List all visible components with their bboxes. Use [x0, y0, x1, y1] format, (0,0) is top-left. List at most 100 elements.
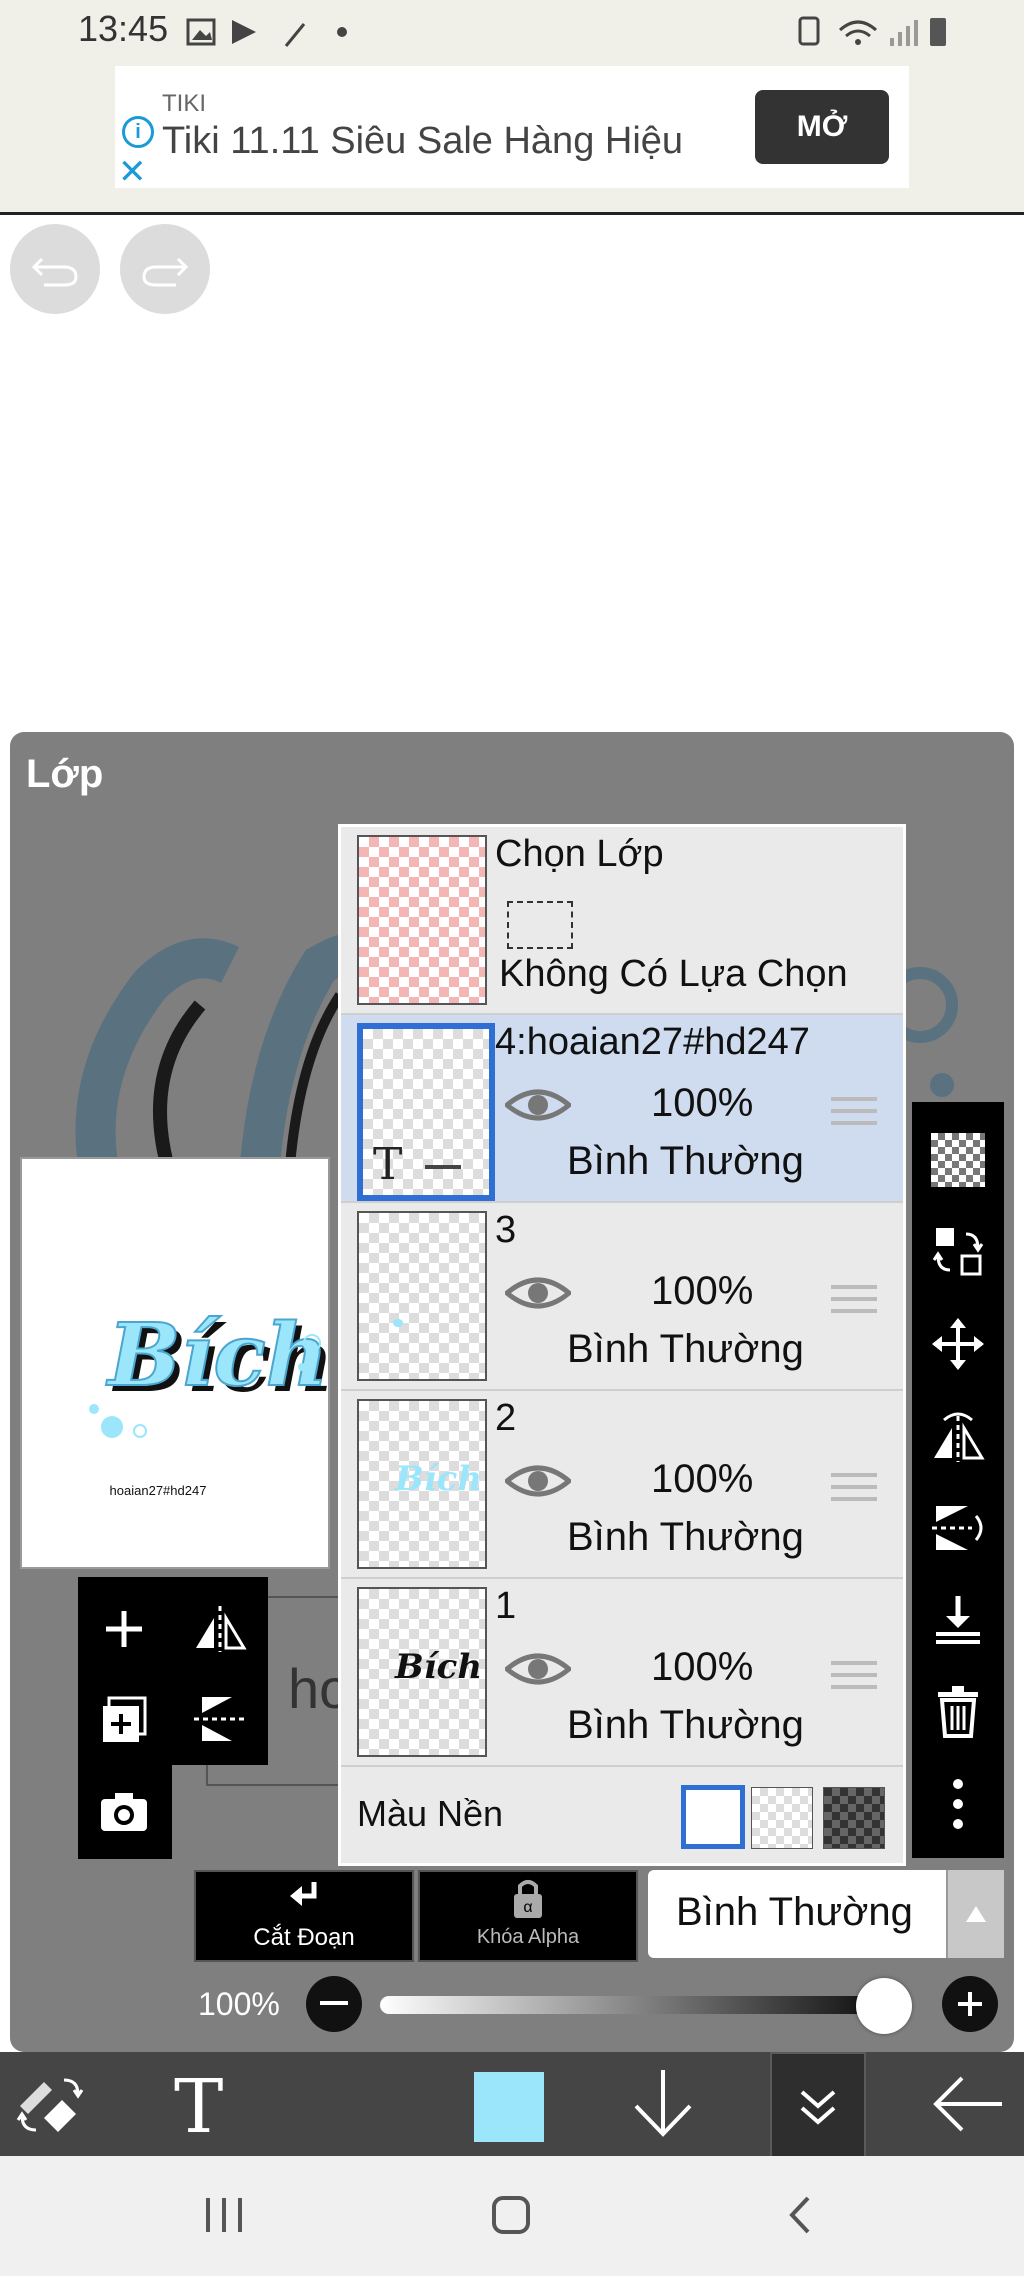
clipping-button[interactable]: Cắt Đoạn: [194, 1870, 414, 1962]
selection-row[interactable]: Chọn Lớp Không Có Lựa Chọn: [341, 827, 903, 1015]
flip-horizontal-side-button[interactable]: [912, 1390, 1004, 1482]
text-layer-icon: T: [373, 1139, 403, 1190]
system-nav-bar: [0, 2156, 1024, 2276]
layer-name: 1: [495, 1585, 517, 1627]
opacity-label: 100%: [198, 1986, 280, 2022]
thumbnail-text: Bích: [395, 1459, 483, 1499]
svg-text:α: α: [523, 1899, 532, 1916]
flip-horizontal-button[interactable]: [178, 1587, 262, 1671]
drag-handle-icon[interactable]: [831, 1661, 877, 1697]
status-time: 13:45: [78, 8, 169, 49]
layer-blend-mode: Bình Thường: [567, 1515, 804, 1559]
delete-layer-button[interactable]: [912, 1666, 1004, 1758]
home-button[interactable]: [488, 2192, 536, 2243]
app-toolbar: T: [0, 2052, 1024, 2160]
ad-open-button[interactable]: MỞ: [755, 90, 889, 164]
undo-button[interactable]: [10, 224, 100, 314]
opacity-slider-track[interactable]: [380, 1996, 910, 2014]
ad-title[interactable]: Tiki 11.11 Siêu Sale Hàng Hiệu: [162, 120, 683, 163]
system-status-icons: [798, 16, 946, 46]
triangle-up-icon: [966, 1906, 986, 1922]
camera-icon: [101, 1793, 147, 1831]
flip-vertical-button[interactable]: [178, 1677, 262, 1761]
opacity-decrease-button[interactable]: [306, 1976, 362, 2032]
home-icon: [492, 2196, 530, 2234]
current-color-swatch[interactable]: [474, 2072, 544, 2142]
alpha-lock-label: Khóa Alpha: [476, 1926, 580, 1948]
layer-name: 3: [495, 1209, 517, 1251]
more-options-button[interactable]: [912, 1758, 1004, 1850]
double-chevron-down-icon: [800, 2090, 836, 2125]
checker-icon: [931, 1133, 985, 1187]
drag-handle-icon[interactable]: [831, 1285, 877, 1321]
back-button[interactable]: [780, 2192, 820, 2243]
move-icon: [932, 1318, 984, 1370]
layer-row-1[interactable]: Bích 1 100% Bình Thường: [341, 1579, 903, 1767]
marquee-icon: [507, 901, 573, 949]
layer-opacity: 100%: [651, 1645, 754, 1689]
layer-row-3[interactable]: 3 100% Bình Thường: [341, 1203, 903, 1391]
swap-layer-button[interactable]: [912, 1206, 1004, 1298]
dropdown-toggle[interactable]: [946, 1870, 1004, 1958]
drag-handle-icon[interactable]: [831, 1097, 877, 1133]
clipping-label: Cắt Đoạn: [253, 1924, 355, 1951]
redo-button[interactable]: [120, 224, 210, 314]
ad-banner: TIKI Tiki 11.11 Siêu Sale Hàng Hiệu i ✕ …: [0, 64, 1024, 215]
layer-thumbnail: Bích: [357, 1587, 487, 1757]
layer-list: Chọn Lớp Không Có Lựa Chọn T 4:hoaian27#…: [338, 824, 906, 1866]
blend-mode-value: Bình Thường: [676, 1890, 913, 1934]
flip-vertical-side-button[interactable]: [912, 1482, 1004, 1574]
selection-subtitle: Không Có Lựa Chọn: [499, 953, 848, 995]
camera-button[interactable]: [82, 1769, 166, 1853]
add-layer-button[interactable]: [82, 1587, 166, 1671]
canvas-art-text: Bích: [105, 1305, 328, 1406]
layer-opacity: 100%: [651, 1081, 754, 1125]
layer-thumbnail: T: [357, 1023, 495, 1201]
minus-icon: [320, 2001, 348, 2005]
lock-icon: α: [514, 1880, 542, 1918]
layer-thumbnail: Bích: [357, 1399, 487, 1569]
arrow-left-icon: [933, 2076, 1002, 2132]
alpha-lock-button[interactable]: α Khóa Alpha: [418, 1870, 638, 1962]
merge-down-button[interactable]: [912, 1574, 1004, 1666]
text-tool-icon: T: [174, 2064, 223, 2150]
undo-icon: [31, 257, 78, 287]
text-tool-button[interactable]: T: [168, 2064, 238, 2150]
layer-thumbnail: [357, 1211, 487, 1381]
move-down-button[interactable]: [628, 2066, 698, 2147]
background-white-swatch[interactable]: [681, 1785, 745, 1849]
clipping-arrow-icon: [290, 1882, 317, 1906]
duplicate-icon: [103, 1696, 147, 1742]
layer-blend-mode: Bình Thường: [567, 1139, 804, 1183]
flip-horizontal-icon: [934, 1412, 985, 1462]
layer-row-2[interactable]: Bích 2 100% Bình Thường: [341, 1391, 903, 1579]
tool-switch-button[interactable]: [14, 2070, 90, 2145]
transparency-button[interactable]: [912, 1114, 1004, 1206]
svg-text:T: T: [174, 2068, 223, 2140]
background-label: Màu Nền: [357, 1793, 504, 1834]
swap-icon: [932, 1228, 984, 1276]
drag-handle-icon[interactable]: [831, 1473, 877, 1509]
layer-row-4[interactable]: T 4:hoaian27#hd247 100% Bình Thường: [341, 1015, 903, 1203]
opacity-slider-knob[interactable]: [855, 1978, 912, 2034]
close-icon[interactable]: ✕: [118, 152, 147, 192]
back-arrow-button[interactable]: [930, 2072, 1006, 2141]
visibility-eye-icon[interactable]: [505, 1273, 571, 1313]
trash-icon: [938, 1686, 978, 1738]
background-color-row: Màu Nền: [341, 1767, 903, 1863]
background-checker-swatch[interactable]: [751, 1787, 813, 1849]
plus-icon: [958, 1992, 982, 2016]
move-button[interactable]: [912, 1298, 1004, 1390]
duplicate-layer-button[interactable]: [82, 1677, 166, 1761]
visibility-eye-icon[interactable]: [505, 1461, 571, 1501]
background-dark-swatch[interactable]: [823, 1787, 885, 1849]
blend-mode-select[interactable]: Bình Thường: [648, 1870, 1004, 1958]
collapse-panel-button[interactable]: [770, 2052, 866, 2160]
opacity-increase-button[interactable]: [942, 1976, 998, 2032]
canvas-artwork: Bích Bích hoaian27#hd247: [89, 1304, 334, 1498]
visibility-eye-icon[interactable]: [505, 1649, 571, 1689]
info-icon[interactable]: i: [122, 116, 154, 148]
visibility-eye-icon[interactable]: [505, 1085, 571, 1125]
recent-apps-button[interactable]: [200, 2192, 250, 2243]
canvas-preview[interactable]: Bích Bích hoaian27#hd247: [20, 1157, 334, 1569]
